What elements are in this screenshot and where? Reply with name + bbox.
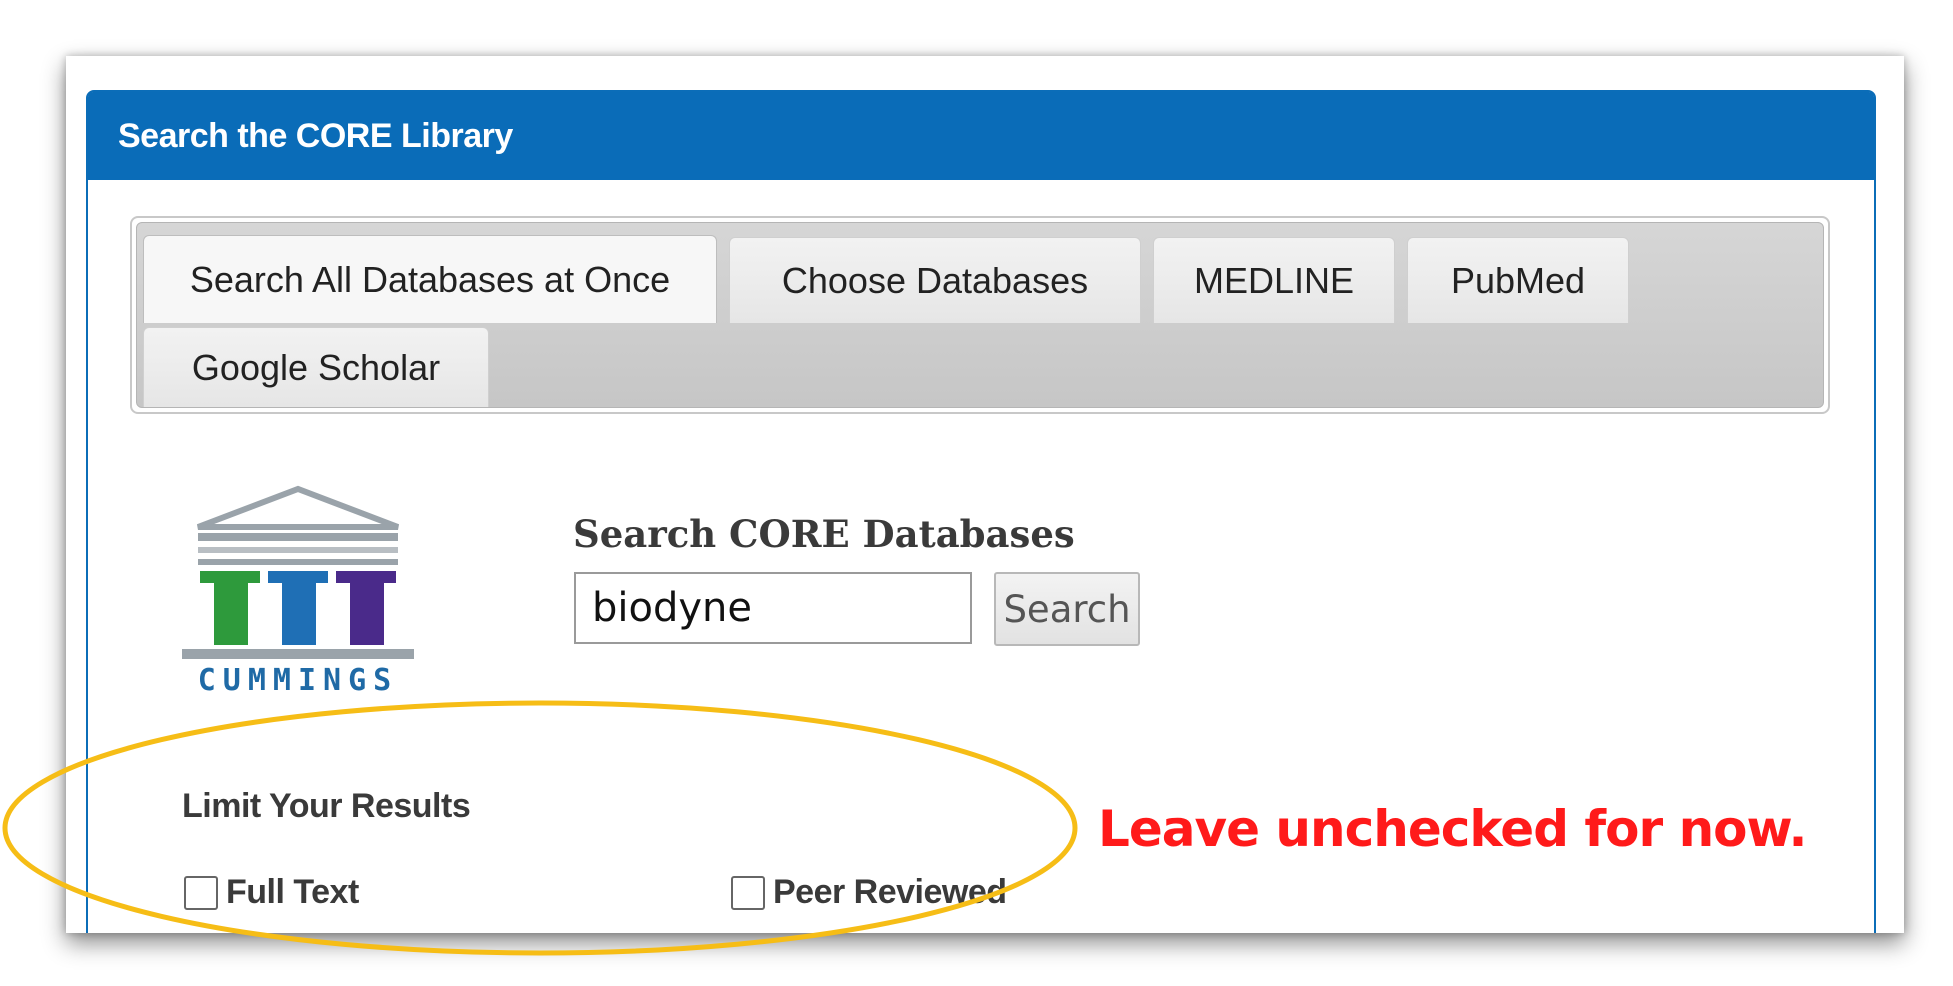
panel-header: Search the CORE Library	[88, 92, 1874, 180]
cummings-logo: CUMMINGS	[178, 467, 418, 707]
limit-results-title: Limit Your Results	[182, 787, 471, 825]
search-label: Search CORE Databases	[573, 512, 1075, 556]
search-input[interactable]	[574, 572, 972, 644]
logo-text: CUMMINGS	[197, 663, 399, 698]
tabs-bar: Search All Databases at Once Choose Data…	[136, 222, 1824, 408]
annotation-text: Leave unchecked for now.	[1098, 800, 1808, 858]
tab-choose-databases[interactable]: Choose Databases	[729, 237, 1141, 323]
panel-title: Search the CORE Library	[118, 116, 513, 155]
peer-reviewed-checkbox[interactable]	[731, 875, 765, 910]
tab-medline[interactable]: MEDLINE	[1153, 237, 1395, 323]
columns-icon	[182, 485, 414, 659]
search-button[interactable]: Search	[994, 572, 1140, 646]
screenshot-stage: Search the CORE Library Search All Datab…	[0, 0, 1953, 986]
tab-pubmed[interactable]: PubMed	[1407, 237, 1629, 323]
full-text-label: Full Text	[226, 873, 359, 911]
peer-reviewed-option[interactable]: Peer Reviewed	[731, 873, 1007, 912]
peer-reviewed-label: Peer Reviewed	[773, 873, 1007, 911]
tab-google-scholar[interactable]: Google Scholar	[143, 327, 489, 407]
tab-search-all[interactable]: Search All Databases at Once	[143, 235, 717, 323]
full-text-checkbox[interactable]	[184, 875, 218, 910]
database-tabs: Search All Databases at Once Choose Data…	[130, 216, 1830, 414]
full-text-option[interactable]: Full Text	[184, 873, 359, 912]
